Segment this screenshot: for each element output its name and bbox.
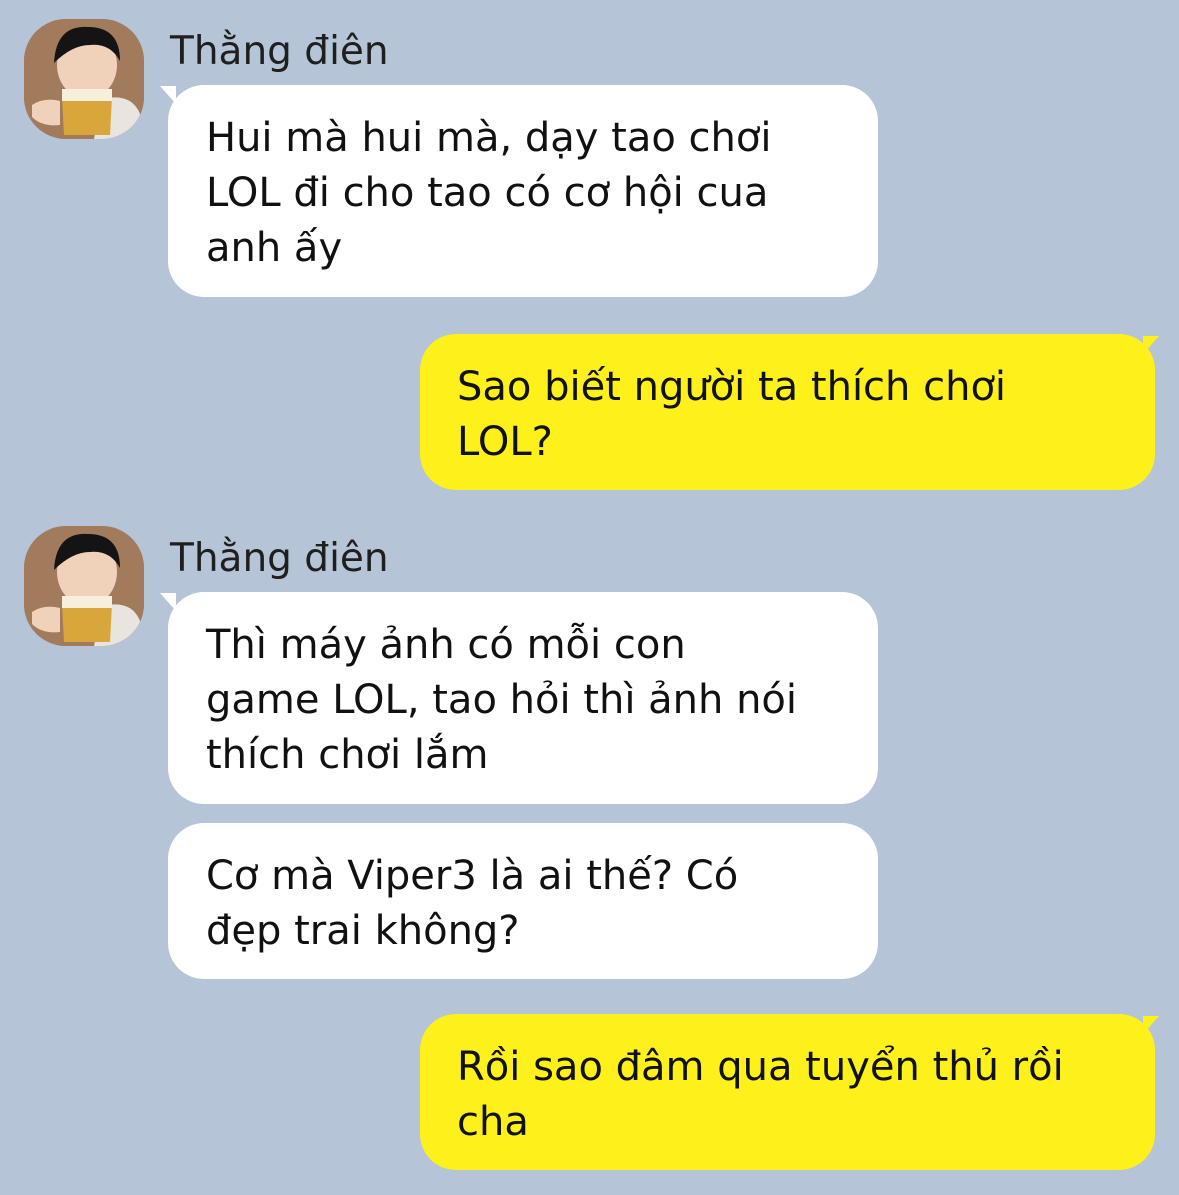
chat-thread: Thằng điên Hui mà hui mà, dạy tao chơi L… <box>0 0 1179 1195</box>
incoming-message[interactable]: Thì máy ảnh có mỗi con game LOL, tao hỏi… <box>168 592 878 804</box>
sender-name: Thằng điên <box>170 29 389 74</box>
outgoing-message[interactable]: Rồi sao đâm qua tuyển thủ rồi cha <box>420 1014 1155 1170</box>
sender-name: Thằng điên <box>170 536 389 581</box>
contact-avatar[interactable] <box>24 19 144 139</box>
incoming-message[interactable]: Hui mà hui mà, dạy tao chơi LOL đi cho t… <box>168 85 878 297</box>
avatar-image <box>24 19 144 139</box>
contact-avatar[interactable] <box>24 526 144 646</box>
avatar-image <box>24 526 144 646</box>
outgoing-message[interactable]: Sao biết người ta thích chơi LOL? <box>420 334 1155 490</box>
incoming-message[interactable]: Cơ mà Viper3 là ai thế? Có đẹp trai khôn… <box>168 823 878 979</box>
